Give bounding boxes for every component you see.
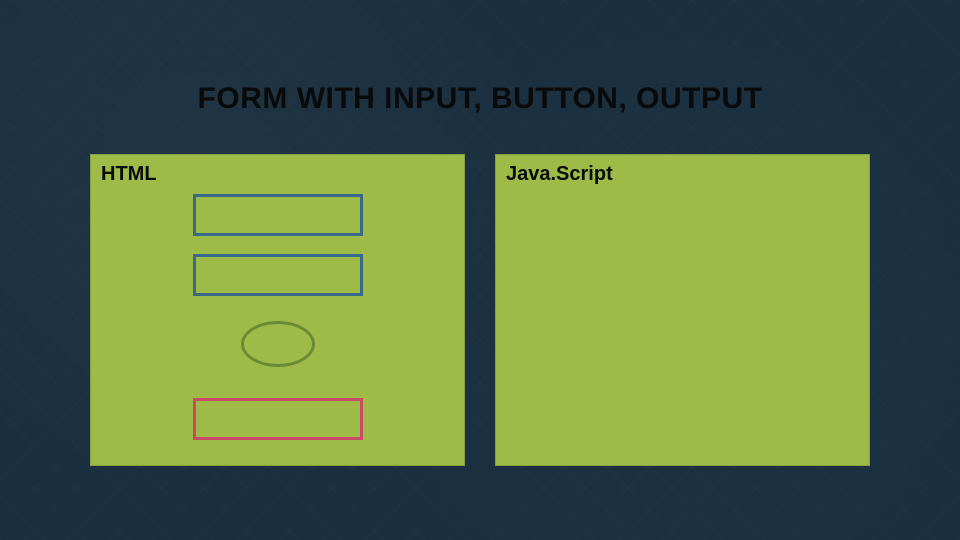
- panels-row: HTML Java.Script: [90, 154, 870, 466]
- output-field-shape: [193, 398, 363, 440]
- html-panel: HTML: [90, 154, 465, 466]
- javascript-panel-label: Java.Script: [496, 155, 869, 186]
- html-panel-label: HTML: [91, 155, 464, 186]
- html-shapes: [91, 186, 464, 462]
- button-shape: [241, 321, 315, 367]
- input-field-shape-2: [193, 254, 363, 296]
- slide-title: FORM WITH INPUT, BUTTON, OUTPUT: [0, 82, 960, 116]
- javascript-panel: Java.Script: [495, 154, 870, 466]
- input-field-shape-1: [193, 194, 363, 236]
